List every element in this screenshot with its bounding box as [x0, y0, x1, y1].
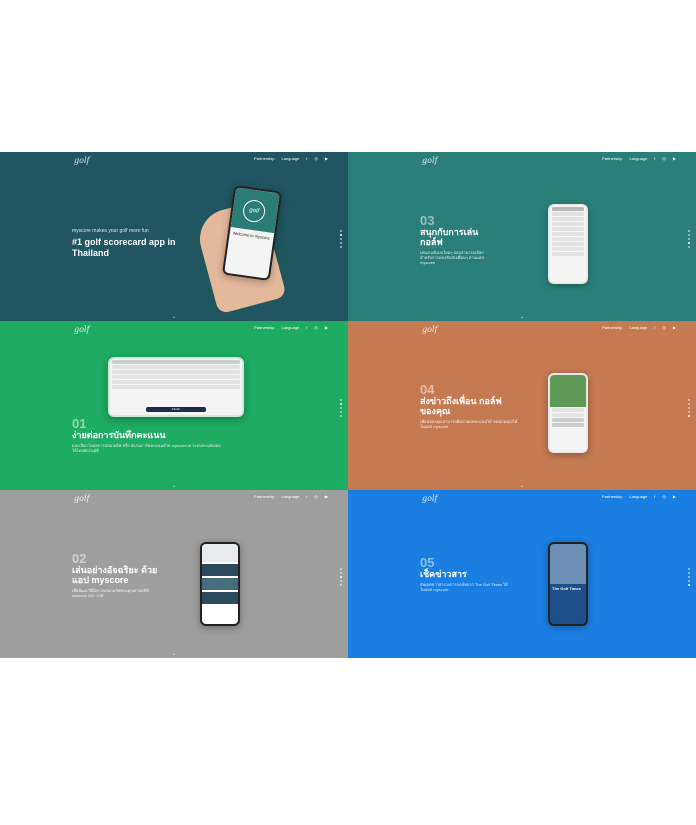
- finish-button[interactable]: Finish: [146, 407, 206, 412]
- stats-chart: [202, 544, 238, 562]
- youtube-icon[interactable]: ▶: [325, 156, 328, 161]
- top-nav: Partnership Language f ◎ ▶: [602, 156, 676, 161]
- top-nav: Partnership Language f ◎ ▶: [254, 156, 328, 161]
- feature-phone: The Golf Times: [548, 542, 588, 626]
- feature-desc: เพื่อพัฒนาฝีมือการเล่นกอล์ฟของคุณผ่านสถิ…: [72, 588, 149, 598]
- scroll-down-icon[interactable]: ⌄: [520, 314, 524, 320]
- instagram-icon[interactable]: ◎: [662, 156, 666, 161]
- page-dots: [688, 568, 690, 586]
- partnership-link[interactable]: Partnership: [254, 156, 274, 161]
- landscape-phone: Finish: [108, 357, 244, 417]
- feature-title: เล่นอย่างอัจฉริยะ ด้วย แอป myscore: [72, 565, 158, 585]
- feature-title: ส่งข่าวถึงเพื่อน กอล์ฟ ของคุณ: [420, 396, 502, 416]
- feature-number: 01: [72, 416, 87, 431]
- top-nav: Partnership Language f ◎ ▶: [254, 494, 328, 499]
- language-selector[interactable]: Language: [282, 325, 300, 330]
- language-selector[interactable]: Language: [282, 494, 300, 499]
- facebook-icon[interactable]: f: [654, 156, 655, 161]
- feature-panel-05: golf Partnership Language f ◎ ▶ 05 เช็คข…: [348, 490, 696, 658]
- page-dots: [340, 230, 342, 248]
- facebook-icon[interactable]: f: [654, 494, 655, 499]
- instagram-icon[interactable]: ◎: [662, 494, 666, 499]
- page-dots: [688, 230, 690, 248]
- facebook-icon[interactable]: f: [306, 325, 307, 330]
- feature-text: 01 ง่ายต่อการบันทึกคะแนน และเลือกโหมดการ…: [72, 417, 242, 453]
- feature-panel-01: golf Partnership Language f ◎ ▶ Finish 0…: [0, 321, 348, 490]
- facebook-icon[interactable]: f: [306, 494, 307, 499]
- page-dots: [340, 568, 342, 586]
- feature-number: 05: [420, 555, 435, 570]
- feature-phone: [548, 373, 588, 453]
- hero-text: myscore makes your golf more fun #1 golf…: [72, 228, 182, 259]
- instagram-icon[interactable]: ◎: [314, 325, 318, 330]
- feature-desc: อัพเดตข่าวสารวงการกอล์ฟจาก The Golf Time…: [420, 582, 508, 592]
- showcase-grid: golf Partnership Language f ◎ ▶ myscore …: [0, 152, 696, 658]
- feature-number: 03: [420, 213, 435, 228]
- feature-text: 03 สนุกกับการเล่นกอล์ฟ เล่นเกมส์แบบใหม่ๆ…: [420, 214, 492, 265]
- golf-logo[interactable]: golf: [74, 325, 89, 334]
- partnership-link[interactable]: Partnership: [602, 156, 622, 161]
- youtube-icon[interactable]: ▶: [673, 156, 676, 161]
- scroll-down-icon[interactable]: ⌄: [172, 483, 176, 489]
- top-nav: Partnership Language f ◎ ▶: [602, 494, 676, 499]
- feature-text: 02 เล่นอย่างอัจฉริยะ ด้วย แอป myscore เพ…: [72, 552, 162, 598]
- top-nav: Partnership Language f ◎ ▶: [254, 325, 328, 330]
- feature-phone: [200, 542, 240, 626]
- news-title: The Golf Times: [552, 586, 581, 591]
- golf-logo[interactable]: golf: [74, 494, 89, 503]
- feature-desc: เพื่อนของคุณสามารถติดตามผลคะแนนได้ ของเก…: [420, 419, 518, 429]
- page-dots: [688, 399, 690, 417]
- top-nav: Partnership Language f ◎ ▶: [602, 325, 676, 330]
- hero-phone-screen: golf Welcome to myscore: [224, 187, 280, 279]
- partnership-link[interactable]: Partnership: [254, 494, 274, 499]
- feature-number: 04: [420, 382, 435, 397]
- news-photo: [550, 544, 586, 584]
- instagram-icon[interactable]: ◎: [314, 494, 318, 499]
- golf-logo[interactable]: golf: [422, 325, 437, 334]
- feature-title: เช็คข่าวสาร: [420, 569, 467, 579]
- feature-text: 04 ส่งข่าวถึงเพื่อน กอล์ฟ ของคุณ เพื่อนข…: [420, 383, 520, 429]
- language-selector[interactable]: Language: [630, 325, 648, 330]
- scroll-down-icon[interactable]: ⌄: [172, 314, 176, 320]
- golf-logo[interactable]: golf: [74, 156, 89, 165]
- feature-title: ง่ายต่อการบันทึกคะแนน: [72, 430, 166, 440]
- facebook-icon[interactable]: f: [306, 156, 307, 161]
- youtube-icon[interactable]: ▶: [325, 325, 328, 330]
- feature-desc: และเลือกโหมดการเล่นกอล์ฟ หรือ สแกนการ์ดค…: [72, 443, 221, 453]
- scroll-down-icon[interactable]: ⌄: [520, 483, 524, 489]
- hero-title: #1 golf scorecard app in Thailand: [72, 237, 176, 258]
- golf-logo[interactable]: golf: [422, 494, 437, 503]
- youtube-icon[interactable]: ▶: [325, 494, 328, 499]
- facebook-icon[interactable]: f: [654, 325, 655, 330]
- golf-logo[interactable]: golf: [422, 156, 437, 165]
- hero-panel: golf Partnership Language f ◎ ▶ myscore …: [0, 152, 348, 321]
- hero-tagline: myscore makes your golf more fun: [72, 228, 149, 234]
- partnership-link[interactable]: Partnership: [254, 325, 274, 330]
- language-selector[interactable]: Language: [630, 494, 648, 499]
- phone-golf-logo: golf: [241, 198, 267, 224]
- partnership-link[interactable]: Partnership: [602, 494, 622, 499]
- feature-title: สนุกกับการเล่นกอล์ฟ: [420, 227, 479, 247]
- scroll-down-icon[interactable]: ⌄: [172, 651, 176, 657]
- feature-panel-02: golf Partnership Language f ◎ ▶ 02 เล่นอ…: [0, 490, 348, 658]
- language-selector[interactable]: Language: [282, 156, 300, 161]
- language-selector[interactable]: Language: [630, 156, 648, 161]
- feature-text: 05 เช็คข่าวสาร อัพเดตข่าวสารวงการกอล์ฟจา…: [420, 556, 510, 592]
- feature-panel-04: golf Partnership Language f ◎ ▶ 04 ส่งข่…: [348, 321, 696, 490]
- instagram-icon[interactable]: ◎: [314, 156, 318, 161]
- partnership-link[interactable]: Partnership: [602, 325, 622, 330]
- feature-number: 02: [72, 551, 87, 566]
- youtube-icon[interactable]: ▶: [673, 325, 676, 330]
- feature-panel-03: golf Partnership Language f ◎ ▶ 03 สนุกก…: [348, 152, 696, 321]
- feature-desc: เล่นเกมส์แบบใหม่ๆ ผสมสามารถเลือกสำหรับกา…: [420, 250, 484, 265]
- golfer-photo: [550, 375, 586, 407]
- feature-phone: [548, 204, 588, 284]
- instagram-icon[interactable]: ◎: [662, 325, 666, 330]
- page-dots: [340, 399, 342, 417]
- youtube-icon[interactable]: ▶: [673, 494, 676, 499]
